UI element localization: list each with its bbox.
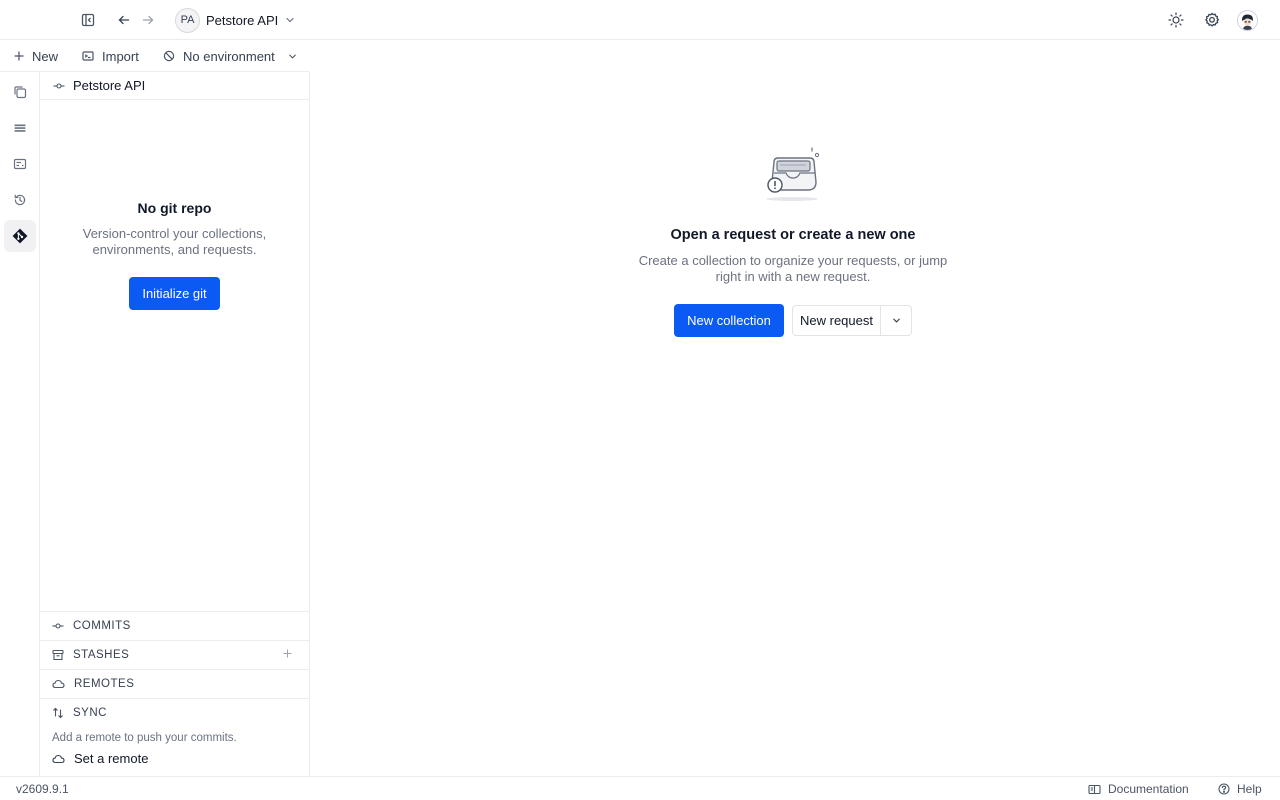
user-avatar[interactable] bbox=[1236, 9, 1258, 31]
list-icon bbox=[13, 121, 27, 135]
workspace-switcher[interactable]: PA Petstore API bbox=[175, 7, 296, 33]
environment-label: No environment bbox=[183, 48, 275, 64]
chevron-down-icon bbox=[287, 51, 298, 62]
back-arrow-icon[interactable] bbox=[114, 10, 134, 30]
no-environment-icon bbox=[163, 50, 175, 62]
import-icon bbox=[82, 50, 94, 62]
sidebar-toolbar: New Import No environment bbox=[0, 40, 309, 72]
book-icon bbox=[1088, 784, 1101, 795]
environment-icon bbox=[13, 157, 27, 171]
initialize-git-button[interactable]: Initialize git bbox=[129, 277, 220, 310]
status-bar: v2609.9.1 Documentation Help bbox=[0, 776, 1280, 800]
import-button[interactable]: Import bbox=[82, 47, 139, 65]
sync-note: Add a remote to push your commits. bbox=[52, 732, 237, 744]
plus-icon bbox=[14, 51, 24, 61]
panel-title: Petstore API bbox=[73, 78, 146, 93]
git-panel: Petstore API No git repo Version-control… bbox=[40, 72, 310, 776]
rail-list[interactable] bbox=[4, 112, 36, 144]
workspace-avatar: PA bbox=[175, 7, 200, 33]
rail-git[interactable] bbox=[4, 220, 36, 252]
new-button[interactable]: New bbox=[14, 47, 58, 65]
archive-icon bbox=[52, 649, 64, 661]
section-label: COMMITS bbox=[73, 620, 131, 632]
forward-arrow-icon[interactable] bbox=[138, 10, 158, 30]
new-request-split-button: New request bbox=[792, 305, 912, 336]
activity-rail bbox=[0, 72, 40, 776]
app-version: v2609.9.1 bbox=[16, 782, 69, 796]
documentation-label: Documentation bbox=[1108, 782, 1189, 796]
help-link[interactable]: Help bbox=[1218, 782, 1262, 796]
rail-history[interactable] bbox=[4, 184, 36, 216]
section-label: SYNC bbox=[73, 707, 107, 719]
help-icon bbox=[1218, 783, 1230, 795]
main-empty-state: Open a request or create a new one Creat… bbox=[311, 72, 1280, 776]
section-stashes[interactable]: STASHES bbox=[40, 640, 309, 669]
commit-icon bbox=[52, 620, 64, 632]
chevron-down-icon bbox=[891, 315, 902, 326]
top-bar: PA Petstore API bbox=[0, 0, 1280, 40]
new-request-dropdown[interactable] bbox=[881, 306, 911, 335]
empty-state-description: Create a collection to organize your req… bbox=[638, 253, 948, 284]
avatar bbox=[1236, 9, 1258, 31]
sidebar-toggle-icon[interactable] bbox=[78, 10, 98, 30]
add-stash-icon[interactable] bbox=[283, 649, 292, 658]
section-label: STASHES bbox=[73, 649, 130, 661]
workspace-name: Petstore API bbox=[206, 12, 279, 28]
section-commits[interactable]: COMMITS bbox=[40, 611, 309, 640]
rail-collections[interactable] bbox=[4, 76, 36, 108]
collections-icon bbox=[13, 85, 27, 99]
section-label: REMOTES bbox=[74, 678, 135, 690]
set-remote-label: Set a remote bbox=[74, 751, 149, 766]
commit-icon bbox=[53, 80, 65, 92]
empty-description: Version-control your collections, enviro… bbox=[82, 226, 267, 257]
new-request-button[interactable]: New request bbox=[793, 306, 881, 335]
chevron-down-icon bbox=[284, 14, 296, 26]
section-remotes[interactable]: REMOTES bbox=[40, 669, 309, 698]
rail-environments[interactable] bbox=[4, 148, 36, 180]
panel-header: Petstore API bbox=[40, 72, 309, 100]
sync-arrows-icon bbox=[52, 707, 64, 719]
empty-inbox-illustration bbox=[760, 144, 826, 204]
history-icon bbox=[13, 193, 27, 207]
empty-state-title: Open a request or create a new one bbox=[670, 227, 916, 243]
git-icon bbox=[12, 228, 28, 244]
sun-icon[interactable] bbox=[1165, 9, 1187, 31]
documentation-link[interactable]: Documentation bbox=[1088, 782, 1189, 796]
cloud-icon bbox=[52, 753, 65, 765]
environment-selector[interactable]: No environment bbox=[163, 47, 298, 65]
section-sync[interactable]: SYNC bbox=[40, 698, 309, 727]
git-empty-state: No git repo Version-control your collect… bbox=[40, 200, 309, 258]
cloud-icon bbox=[52, 678, 65, 690]
new-collection-button[interactable]: New collection bbox=[674, 304, 784, 337]
help-label: Help bbox=[1237, 782, 1262, 796]
set-remote-button[interactable]: Set a remote bbox=[52, 751, 148, 766]
import-label: Import bbox=[102, 48, 139, 64]
new-label: New bbox=[32, 48, 59, 64]
empty-title: No git repo bbox=[137, 200, 212, 216]
gear-icon[interactable] bbox=[1201, 9, 1223, 31]
